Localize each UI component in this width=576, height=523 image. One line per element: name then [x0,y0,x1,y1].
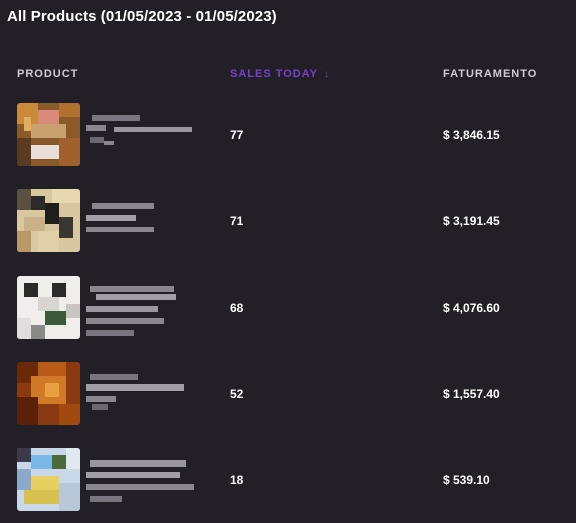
product-thumbnail[interactable] [17,103,80,166]
sales-today-value: 52 [230,387,244,401]
sales-today-value: 68 [230,301,244,315]
product-name-blurred [86,284,201,336]
sales-today-value: 77 [230,128,244,142]
table-row[interactable]: 18 $ 539.10 [0,448,576,512]
revenue-value: $ 1,557.40 [443,387,500,401]
revenue-value: $ 3,191.45 [443,214,500,228]
sales-today-value: 18 [230,473,244,487]
sales-today-value: 71 [230,214,244,228]
column-header-sales-today-label: SALES TODAY [230,68,319,80]
revenue-value: $ 539.10 [443,473,490,487]
product-thumbnail[interactable] [17,276,80,339]
revenue-value: $ 4,076.60 [443,301,500,315]
revenue-value: $ 3,846.15 [443,128,500,142]
product-name-blurred [86,111,201,159]
table-row[interactable]: 77 $ 3,846.15 [0,103,576,167]
table-row[interactable]: 52 $ 1,557.40 [0,362,576,426]
product-name-blurred [86,456,201,504]
product-name-blurred [86,370,201,418]
product-thumbnail[interactable] [17,448,80,511]
arrow-down-icon: ↓ [324,68,331,80]
page-title: All Products (01/05/2023 - 01/05/2023) [7,8,277,25]
column-header-product[interactable]: PRODUCT [17,68,78,80]
column-header-revenue[interactable]: FATURAMENTO [443,68,537,80]
product-name-blurred [86,197,201,245]
table-row[interactable]: 71 $ 3,191.45 [0,189,576,253]
table-row[interactable]: 68 $ 4,076.60 [0,276,576,340]
column-header-sales-today[interactable]: SALES TODAY ↓ [230,68,330,80]
product-thumbnail[interactable] [17,189,80,252]
product-thumbnail[interactable] [17,362,80,425]
